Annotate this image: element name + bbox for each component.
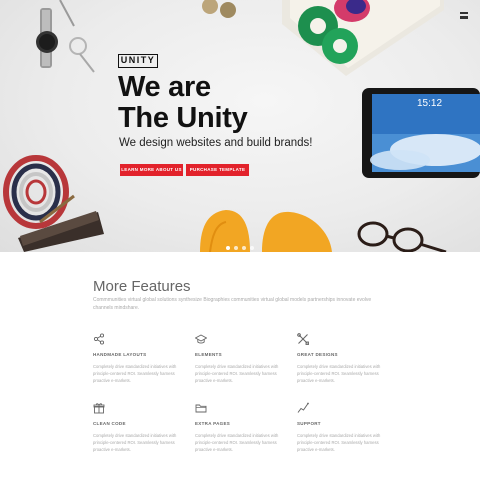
feature-title: HANDMADE LAYOUTS	[93, 352, 147, 357]
glasses	[357, 221, 447, 252]
features-title: More Features	[93, 278, 191, 295]
feature-title: ELEMENTS	[195, 352, 222, 357]
feature-card-support: SUPPORT Completely drive standardized in…	[297, 402, 387, 453]
feature-text: Completely drive standardized initiative…	[93, 364, 177, 383]
tools-icon	[297, 333, 309, 345]
menu-icon[interactable]	[460, 12, 468, 19]
tablet-clock: 15:12	[417, 98, 443, 109]
slider-dot-3[interactable]	[242, 246, 246, 250]
slider-dot-1[interactable]	[226, 246, 230, 250]
folder-icon	[195, 404, 207, 413]
feature-title: GREAT DESIGNS	[297, 352, 338, 357]
feature-text: Completely drive standardized initiative…	[93, 433, 177, 452]
share-icon	[93, 333, 105, 345]
chart-line-icon	[297, 402, 309, 413]
slider-pagination	[226, 246, 254, 250]
purchase-template-button[interactable]: PURCHASE TEMPLATE	[186, 164, 249, 176]
slider-dot-4[interactable]	[250, 246, 254, 250]
feature-title: CLEAN CODE	[93, 421, 126, 426]
learn-more-button[interactable]: LEARN MORE ABOUT US	[120, 164, 183, 176]
rope	[3, 155, 69, 229]
feature-title: EXTRA PAGES	[195, 421, 231, 426]
hero-headline: We are The Unity	[118, 71, 248, 134]
wristwatch	[36, 8, 58, 68]
feature-text: Completely drive standardized initiative…	[297, 364, 381, 383]
hero-headline-line2: The Unity	[118, 102, 248, 134]
graduation-cap-icon	[195, 334, 207, 344]
coins	[202, 0, 236, 18]
feature-card-extra-pages: EXTRA PAGES Completely drive standardize…	[195, 402, 285, 453]
feature-card-clean-code: CLEAN CODE Completely drive standardized…	[93, 402, 183, 453]
slider-dot-2[interactable]	[234, 246, 238, 250]
keys	[59, 0, 95, 73]
feature-text: Completely drive standardized initiative…	[297, 433, 381, 452]
feature-text: Completely drive standardized initiative…	[195, 364, 279, 383]
gift-icon	[93, 403, 105, 414]
shoes	[200, 210, 332, 252]
hero-tagline: We design websites and build brands!	[119, 137, 313, 149]
feature-card-handmade-layouts: HANDMADE LAYOUTS Completely drive standa…	[93, 333, 183, 384]
feature-card-great-designs: GREAT DESIGNS Completely drive standardi…	[297, 333, 387, 384]
book	[282, 0, 444, 76]
brand-logo[interactable]: UNITY	[118, 54, 158, 68]
feature-card-elements: ELEMENTS Completely drive standardized i…	[195, 333, 285, 384]
hero-section: 15:12 UNITY We are The Unity We design w…	[0, 0, 480, 252]
features-description: Commmunities virtual global solutions sy…	[93, 297, 372, 311]
feature-text: Completely drive standardized initiative…	[195, 433, 279, 452]
hero-headline-line1: We are	[118, 71, 211, 103]
feature-title: SUPPORT	[297, 421, 321, 426]
